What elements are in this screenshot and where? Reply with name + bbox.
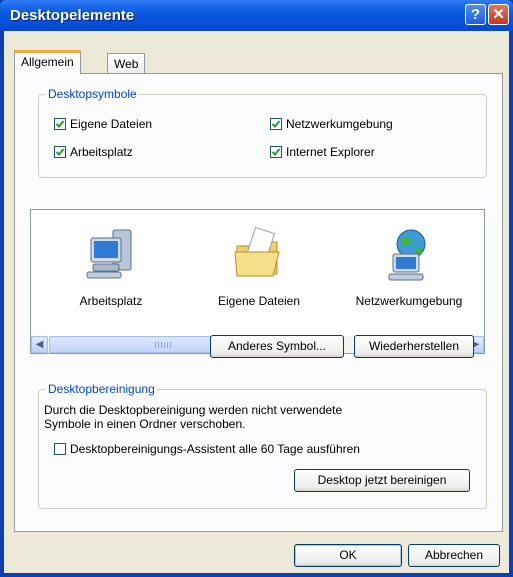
checkbox-label: Netzwerkumgebung [286,117,393,131]
checkbox-label: Desktopbereinigungs-Assistent alle 60 Ta… [70,442,360,456]
my-documents-icon [234,226,280,277]
scroll-thumb-grip [155,342,173,348]
cleanup-description: Durch die Desktopbereinigung werden nich… [44,403,474,431]
help-button[interactable]: ? [465,4,486,25]
close-button[interactable]: ✕ [488,4,509,25]
title-bar[interactable]: Desktopelemente ? ✕ [0,0,513,31]
checkbox-box[interactable] [270,118,282,130]
desktop-cleanup-group-title: Desktopbereinigung [46,382,157,396]
desktop-icons-group [38,94,487,178]
ok-button[interactable]: OK [294,544,402,567]
dialog-client-area: Allgemein Web Desktopsymbole Eigene Date… [4,31,509,573]
list-item-label: Eigene Dateien [217,294,301,308]
checkbox-label: Eigene Dateien [70,117,153,131]
my-computer-icon [86,229,132,279]
clean-desktop-now-button[interactable]: Desktop jetzt bereinigen [294,469,470,492]
checkbox-netzwerkumgebung[interactable]: Netzwerkumgebung [270,117,393,131]
checkbox-box[interactable] [54,443,66,455]
list-item-label: Netzwerkumgebung [355,294,463,308]
checkbox-box[interactable] [270,146,282,158]
scroll-left-button[interactable]: ◀ [31,336,48,353]
desktop-icons-group-title: Desktopsymbole [46,87,139,101]
cleanup-description-line2: Symbole in einen Ordner verschoben. [44,417,246,431]
desktop-icon-list[interactable]: Arbeitsplatz Eigene Dateien Netzwerkumge… [30,209,485,354]
cleanup-description-line1: Durch die Desktopbereinigung werden nich… [44,403,343,417]
checkbox-label: Arbeitsplatz [70,145,133,159]
tab-allgemein[interactable]: Allgemein [14,50,81,74]
cancel-button[interactable]: Abbrechen [408,544,500,567]
checkbox-box[interactable] [54,146,66,158]
change-icon-button[interactable]: Anderes Symbol... [210,335,344,358]
dialog-window: Desktopelemente ? ✕ Allgemein Web Deskto… [0,0,513,577]
network-places-icon [388,229,426,281]
restore-default-button[interactable]: Wiederherstellen [354,335,474,358]
checkbox-box[interactable] [54,118,66,130]
checkbox-internet-explorer[interactable]: Internet Explorer [270,145,375,159]
tab-web[interactable]: Web [107,53,146,75]
checkbox-arbeitsplatz[interactable]: Arbeitsplatz [54,145,133,159]
window-title: Desktopelemente [10,7,135,24]
checkbox-cleanup-wizard[interactable]: Desktopbereinigungs-Assistent alle 60 Ta… [54,442,360,456]
checkbox-eigene-dateien[interactable]: Eigene Dateien [54,117,152,131]
checkbox-label: Internet Explorer [286,145,375,159]
list-item-label: Arbeitsplatz [79,294,143,308]
